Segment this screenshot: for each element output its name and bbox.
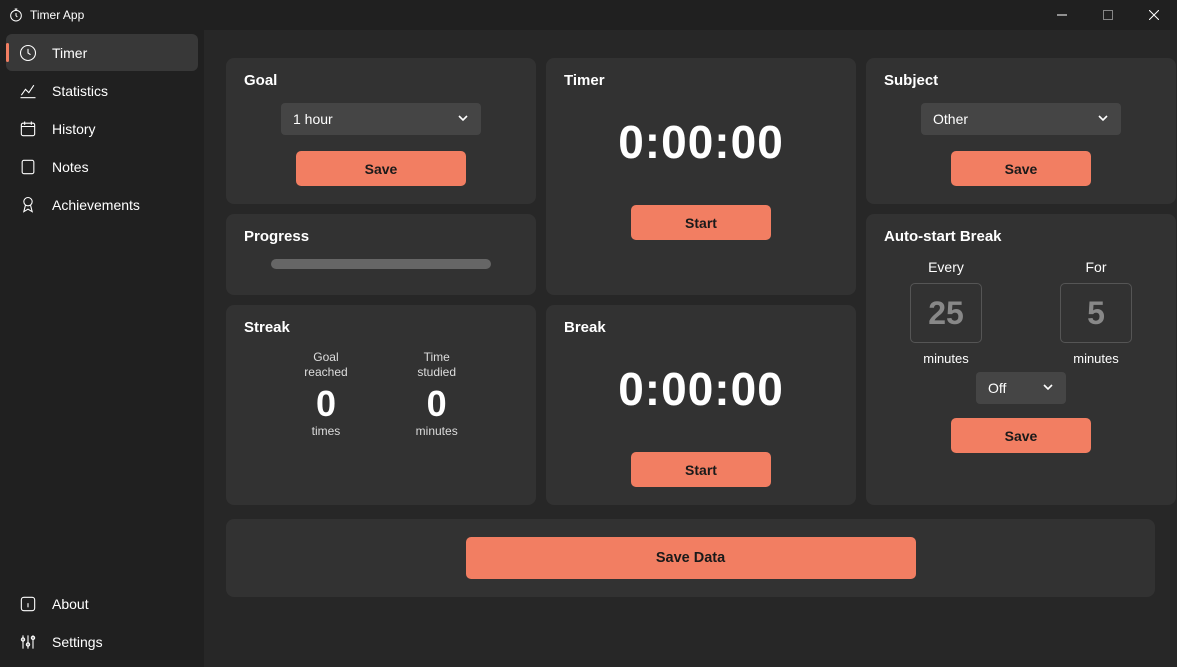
- sidebar-item-history[interactable]: History: [6, 110, 198, 147]
- auto-every-unit: minutes: [896, 351, 996, 366]
- timer-title: Timer: [564, 72, 838, 89]
- sidebar-item-label: Notes: [52, 159, 89, 175]
- break-start-button[interactable]: Start: [631, 452, 771, 487]
- progress-card: Progress: [226, 214, 536, 295]
- maximize-button[interactable]: [1085, 0, 1131, 30]
- streak-goal-value: 0: [304, 384, 347, 424]
- sidebar-item-label: About: [52, 596, 89, 612]
- break-title: Break: [564, 319, 838, 336]
- auto-every-label: Every: [896, 259, 996, 275]
- break-display: 0:00:00: [564, 362, 838, 416]
- sidebar-item-label: Achievements: [52, 197, 140, 213]
- streak-time-unit: minutes: [416, 424, 458, 438]
- auto-toggle-select[interactable]: Off: [976, 372, 1066, 404]
- auto-for-unit: minutes: [1046, 351, 1146, 366]
- sliders-icon: [18, 632, 38, 652]
- auto-toggle-value: Off: [988, 380, 1006, 396]
- timer-start-button[interactable]: Start: [631, 205, 771, 240]
- sidebar: Timer Statistics History Notes Achieveme…: [0, 30, 204, 667]
- auto-every-input[interactable]: [910, 283, 982, 343]
- sidebar-item-settings[interactable]: Settings: [6, 623, 198, 660]
- minimize-button[interactable]: [1039, 0, 1085, 30]
- window-title: Timer App: [30, 8, 84, 22]
- clock-icon: [18, 43, 38, 63]
- chevron-down-icon: [1042, 380, 1054, 396]
- streak-goal-label: Goal reached: [304, 350, 347, 380]
- break-card: Break 0:00:00 Start: [546, 305, 856, 505]
- info-icon: [18, 594, 38, 614]
- streak-title: Streak: [244, 319, 518, 336]
- streak-goal-unit: times: [304, 424, 347, 438]
- progress-bar: [271, 259, 491, 269]
- chart-line-icon: [18, 81, 38, 101]
- auto-break-title: Auto-start Break: [884, 228, 1158, 245]
- goal-select-value: 1 hour: [293, 111, 333, 127]
- streak-time-label: Time studied: [416, 350, 458, 380]
- note-icon: [18, 157, 38, 177]
- auto-break-card: Auto-start Break Every minutes For minut…: [866, 214, 1176, 505]
- timer-display: 0:00:00: [564, 115, 838, 169]
- sidebar-item-label: History: [52, 121, 96, 137]
- sidebar-item-about[interactable]: About: [6, 585, 198, 622]
- streak-card: Streak Goal reached 0 times Time studied…: [226, 305, 536, 505]
- footer-card: Save Data: [226, 519, 1155, 597]
- subject-select-value: Other: [933, 111, 968, 127]
- timer-card: Timer 0:00:00 Start: [546, 58, 856, 295]
- sidebar-item-timer[interactable]: Timer: [6, 34, 198, 71]
- sidebar-item-label: Statistics: [52, 83, 108, 99]
- save-data-button[interactable]: Save Data: [466, 537, 916, 579]
- subject-card: Subject Other Save: [866, 58, 1176, 204]
- goal-save-button[interactable]: Save: [296, 151, 466, 186]
- sidebar-item-statistics[interactable]: Statistics: [6, 72, 198, 109]
- subject-select[interactable]: Other: [921, 103, 1121, 135]
- progress-title: Progress: [244, 228, 518, 245]
- sidebar-item-label: Settings: [52, 634, 103, 650]
- streak-time-value: 0: [416, 384, 458, 424]
- app-icon: [8, 7, 24, 23]
- title-bar: Timer App: [0, 0, 1177, 30]
- goal-select[interactable]: 1 hour: [281, 103, 481, 135]
- sidebar-item-label: Timer: [52, 45, 87, 61]
- subject-title: Subject: [884, 72, 1158, 89]
- goal-title: Goal: [244, 72, 518, 89]
- goal-card: Goal 1 hour Save: [226, 58, 536, 204]
- subject-save-button[interactable]: Save: [951, 151, 1091, 186]
- close-button[interactable]: [1131, 0, 1177, 30]
- medal-icon: [18, 195, 38, 215]
- auto-save-button[interactable]: Save: [951, 418, 1091, 453]
- sidebar-item-achievements[interactable]: Achievements: [6, 186, 198, 223]
- chevron-down-icon: [457, 111, 469, 127]
- chevron-down-icon: [1097, 111, 1109, 127]
- calendar-icon: [18, 119, 38, 139]
- auto-for-input[interactable]: [1060, 283, 1132, 343]
- sidebar-item-notes[interactable]: Notes: [6, 148, 198, 185]
- auto-for-label: For: [1046, 259, 1146, 275]
